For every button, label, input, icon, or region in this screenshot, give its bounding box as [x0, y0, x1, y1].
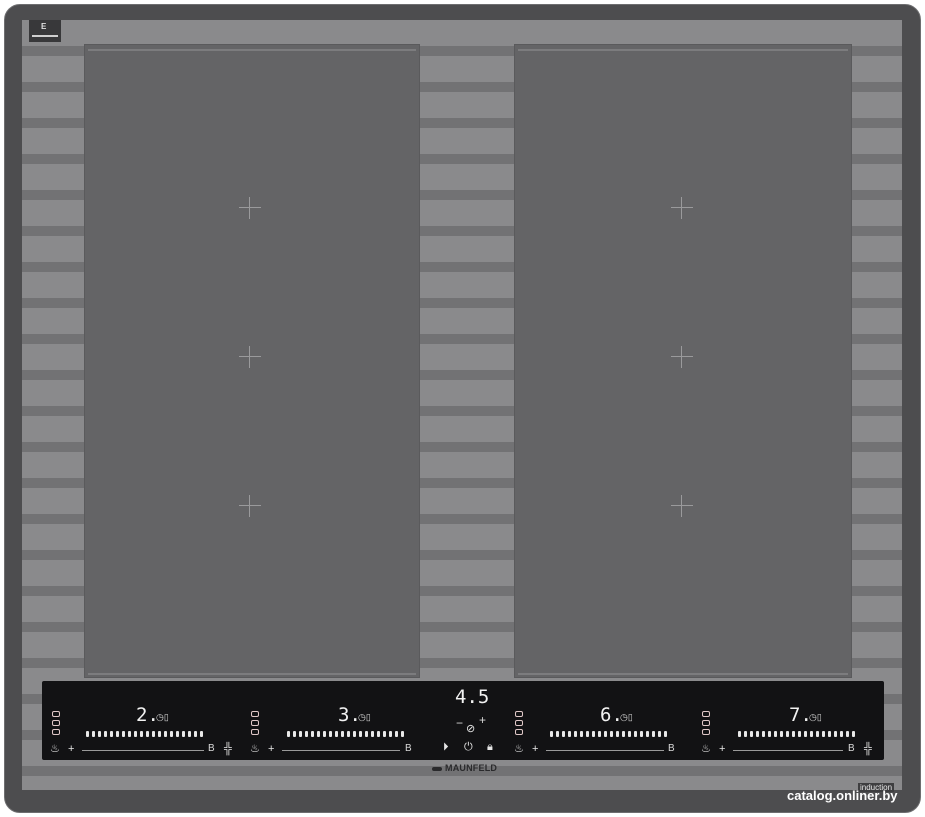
zone-3-power-slider[interactable]: [550, 731, 667, 737]
touch-control-panel: 4.5 2. ◷▯ ♨ + B ╬ 3. ◷▯ ♨ + B − ⊘ + ⏵ ⏻ …: [42, 681, 884, 760]
zone-1-slider-track[interactable]: [82, 750, 204, 751]
zone-4-flex-icon[interactable]: ╬: [864, 743, 872, 755]
timer-display: 4.5: [455, 686, 490, 708]
zone-2-boost-button[interactable]: B: [405, 744, 412, 754]
play-pause-icon[interactable]: ⏵: [443, 741, 449, 753]
lock-icon[interactable]: 🔒︎: [487, 741, 493, 753]
timer-clock-icon: ⊘: [466, 723, 476, 735]
zone-marker-icon: [671, 346, 693, 368]
pot-indicator-icon: [52, 711, 62, 738]
cooking-zone-left[interactable]: [84, 44, 420, 678]
zone-4-power-slider[interactable]: [738, 731, 855, 737]
timer-plus-button[interactable]: +: [479, 714, 486, 726]
zone-marker-icon: [671, 495, 693, 517]
pot-indicator-icon: [702, 711, 712, 738]
zone-2-power-slider[interactable]: [287, 731, 404, 737]
timer-minus-button[interactable]: −: [456, 717, 463, 729]
zone-4-boost-button[interactable]: B: [848, 744, 855, 754]
pot-indicator-icon: [515, 711, 525, 738]
zone-marker-icon: [671, 197, 693, 219]
zone-1-power-slider[interactable]: [86, 731, 203, 737]
badge-label: E: [41, 22, 47, 31]
zone-1-timer-icon[interactable]: ◷▯: [156, 712, 169, 722]
zone-marker-icon: [239, 197, 261, 219]
zone-3-timer-icon[interactable]: ◷▯: [620, 712, 633, 722]
zone-2-pot-icon[interactable]: ♨: [250, 743, 260, 755]
zone-4-timer-icon[interactable]: ◷▯: [809, 712, 822, 722]
zone-2-slider-track[interactable]: [282, 750, 400, 751]
zone-1-flex-icon[interactable]: ╬: [224, 743, 232, 755]
zone-3-slider-track[interactable]: [546, 750, 664, 751]
zone-3-bridge-icon[interactable]: +: [532, 743, 538, 755]
zone-3-pot-icon[interactable]: ♨: [514, 743, 524, 755]
energy-label-badge: E: [29, 20, 61, 42]
power-icon[interactable]: ⏻: [464, 741, 473, 753]
brand-logo: MAUNFELD: [432, 763, 497, 773]
zone-1-boost-button[interactable]: B: [208, 744, 215, 754]
zone-2-timer-icon[interactable]: ◷▯: [358, 712, 371, 722]
brand-name: MAUNFELD: [445, 763, 498, 773]
zone-2-bridge-icon[interactable]: +: [268, 743, 274, 755]
zone-4-pot-icon[interactable]: ♨: [701, 743, 711, 755]
pot-indicator-icon: [251, 711, 261, 738]
cooking-zone-right[interactable]: [514, 44, 852, 678]
zone-1-bridge-icon[interactable]: +: [68, 743, 74, 755]
zone-3-boost-button[interactable]: B: [668, 744, 675, 754]
zone-1-pot-icon[interactable]: ♨: [50, 743, 60, 755]
watermark: catalog.onliner.by: [787, 788, 898, 803]
zone-marker-icon: [239, 495, 261, 517]
zone-4-bridge-icon[interactable]: +: [719, 743, 725, 755]
zone-marker-icon: [239, 346, 261, 368]
zone-4-slider-track[interactable]: [733, 750, 843, 751]
